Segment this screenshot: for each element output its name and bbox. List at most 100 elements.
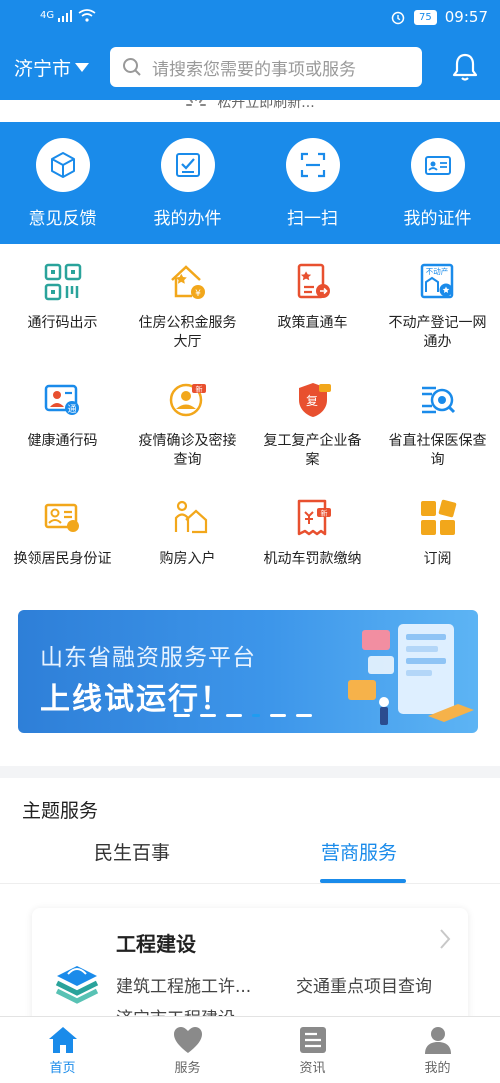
service-label: 不动产登记一网通办 [388, 315, 487, 350]
service-row: 通 健康通行码 新 疫情确诊及密接查询 复 复工复产企业备案 省直社保医保查询 [0, 378, 500, 496]
nav-news[interactable]: 资讯 [250, 1017, 375, 1083]
quick-my-cases[interactable]: 我的办件 [125, 122, 250, 244]
cube-icon [35, 138, 90, 192]
theme-tabs: 民生百事 营商服务 [0, 838, 500, 884]
service-label: 省直社保医保查询 [388, 433, 487, 468]
checklist-icon [160, 138, 215, 192]
housing-fund-icon: ¥ [166, 260, 210, 304]
social-insurance-icon [416, 378, 460, 422]
quick-my-certificates[interactable]: 我的证件 [375, 122, 500, 244]
service-id-renew[interactable]: 换领居民身份证 [0, 496, 125, 614]
banner-subtitle: 上线试运行！ [40, 682, 232, 717]
card-link[interactable]: 建筑工程施工许... [116, 972, 251, 997]
service-label: 机动车罚款缴纳 [263, 551, 362, 567]
chevron-right-icon[interactable] [438, 928, 452, 954]
house-purchase-icon [166, 496, 210, 540]
nav-mine[interactable]: 我的 [375, 1017, 500, 1083]
real-estate-icon: 不动产 [416, 260, 460, 304]
estate-tag: 不动产 [425, 266, 448, 276]
heart-icon [173, 1027, 202, 1053]
card-link[interactable]: 交通重点项目查询 [296, 972, 432, 997]
section-divider [0, 766, 500, 778]
quick-label: 意见反馈 [28, 209, 97, 229]
service-house-purchase[interactable]: 购房入户 [125, 496, 250, 614]
quick-actions: 意见反馈 我的办件 扫一扫 我的证件 [0, 122, 500, 244]
page-dot[interactable] [174, 714, 190, 717]
search-input[interactable]: 请搜索您需要的事项或服务 [110, 47, 422, 87]
service-grid: 通行码出示 ¥ 住房公积金服务大厅 政策直通车 不动产 不动产登记一网通办 通 [0, 260, 500, 614]
id-card-icon [410, 138, 465, 192]
home-icon [48, 1027, 77, 1053]
page-dot[interactable] [270, 714, 286, 717]
service-vehicle-fine[interactable]: 新 机动车罚款缴纳 [250, 496, 375, 614]
theme-section-title: 主题服务 [22, 800, 99, 822]
promo-banner[interactable]: 山东省融资服务平台 上线试运行！ [18, 610, 478, 733]
service-label: 换领居民身份证 [13, 551, 112, 567]
page-dot[interactable] [296, 714, 312, 717]
search-placeholder: 请搜索您需要的事项或服务 [152, 59, 356, 80]
pull-refresh-indicator: 松开立即刷新... [0, 100, 500, 122]
clock: 09:57 [444, 8, 488, 26]
search-icon [123, 58, 141, 76]
resume-work-icon: 复 [291, 378, 335, 422]
alarm-icon [391, 11, 405, 25]
nav-home[interactable]: 首页 [0, 1017, 125, 1083]
health-code-icon: 通 [41, 378, 85, 422]
active-tab-indicator [320, 879, 406, 883]
id-renew-icon [41, 496, 85, 540]
notification-button[interactable] [452, 52, 478, 86]
service-housing-fund[interactable]: ¥ 住房公积金服务大厅 [125, 260, 250, 378]
loading-spinner-icon [186, 100, 207, 106]
battery-indicator: 75 [414, 9, 437, 25]
tab-business[interactable]: 营商服务 [321, 838, 397, 865]
service-resume-work[interactable]: 复 复工复产企业备案 [250, 378, 375, 496]
quick-label: 我的办件 [153, 209, 222, 229]
service-row: 换领居民身份证 购房入户 新 机动车罚款缴纳 订阅 [0, 496, 500, 614]
signal-area: 4G [40, 9, 96, 22]
service-label: 健康通行码 [27, 433, 98, 449]
nav-label: 服务 [174, 1061, 201, 1076]
service-social-insurance[interactable]: 省直社保医保查询 [375, 378, 500, 496]
policy-doc-icon [291, 260, 335, 304]
service-health-code[interactable]: 通 健康通行码 [0, 378, 125, 496]
signal-icon [58, 9, 73, 22]
tab-livelihood[interactable]: 民生百事 [94, 838, 170, 865]
nav-label: 资讯 [299, 1061, 326, 1076]
city-label: 济宁市 [14, 58, 72, 80]
quick-scan[interactable]: 扫一扫 [250, 122, 375, 244]
bell-icon [452, 53, 478, 81]
new-badge: 新 [195, 385, 202, 394]
service-epidemic-query[interactable]: 新 疫情确诊及密接查询 [125, 378, 250, 496]
scan-icon [285, 138, 340, 192]
quick-feedback[interactable]: 意见反馈 [0, 122, 125, 244]
svg-text:¥: ¥ [195, 289, 201, 299]
service-pass-code[interactable]: 通行码出示 [0, 260, 125, 378]
service-row: 通行码出示 ¥ 住房公积金服务大厅 政策直通车 不动产 不动产登记一网通办 [0, 260, 500, 378]
nav-services[interactable]: 服务 [125, 1017, 250, 1083]
banner-title: 山东省融资服务平台 [40, 645, 256, 671]
service-label: 住房公积金服务大厅 [138, 315, 237, 350]
quick-label: 扫一扫 [287, 209, 338, 229]
banner-pagination [174, 714, 312, 717]
service-subscribe[interactable]: 订阅 [375, 496, 500, 614]
qr-code-icon [41, 260, 85, 304]
status-right: 75 09:57 [390, 8, 488, 26]
page-dot[interactable] [226, 714, 242, 717]
construction-stack-icon [54, 960, 100, 1010]
page-dot-active[interactable] [252, 714, 260, 717]
subscribe-icon [416, 496, 460, 540]
service-real-estate[interactable]: 不动产 不动产登记一网通办 [375, 260, 500, 378]
service-label: 通行码出示 [27, 315, 98, 331]
tong-badge: 通 [67, 404, 76, 415]
page-dot[interactable] [200, 714, 216, 717]
service-policy[interactable]: 政策直通车 [250, 260, 375, 378]
card-title: 工程建设 [116, 932, 196, 956]
city-selector[interactable]: 济宁市 [14, 54, 90, 81]
wifi-icon [78, 9, 96, 22]
nav-label: 我的 [424, 1061, 451, 1076]
service-label: 疫情确诊及密接查询 [138, 433, 237, 468]
new-badge: 新 [320, 509, 327, 518]
bottom-nav: 首页 服务 资讯 我的 [0, 1016, 500, 1083]
resume-badge: 复 [305, 394, 317, 408]
caret-down-icon [75, 62, 90, 72]
